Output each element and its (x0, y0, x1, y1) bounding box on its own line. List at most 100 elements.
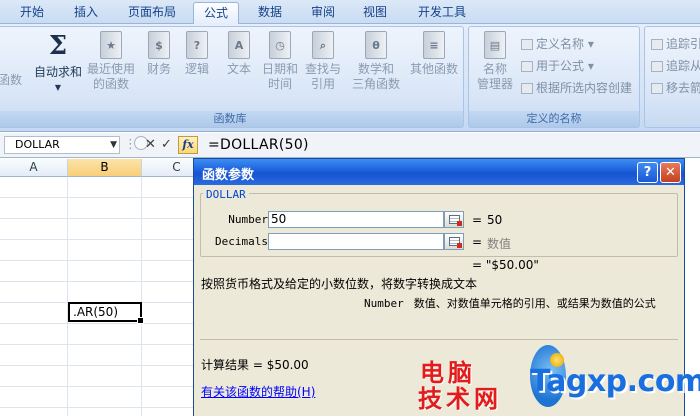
collapse-dialog-button-number[interactable] (444, 211, 464, 228)
trace-dependents-label: 追踪从 (666, 59, 700, 73)
remove-arrows-icon (651, 83, 663, 94)
book-coin-icon: $ (148, 31, 170, 59)
book-star-icon: ★ (100, 31, 122, 59)
define-name-label: 定义名称 (536, 37, 585, 51)
tab-developer[interactable]: 开发工具 (410, 2, 474, 24)
equals-sign: = (472, 235, 483, 249)
create-from-selection-label: 根据所选内容创建 (536, 81, 633, 95)
tab-page-layout[interactable]: 页面布局 (116, 2, 188, 24)
watermark-logo-en: Tagxp.com (530, 364, 700, 399)
more-functions-button[interactable]: ≡ 其他函数 (409, 31, 459, 77)
group-defined-names: ▤ 名称 管理器 定义名称 ▾ 用于公式 ▾ 根据所选内容创建 定义的名称 (468, 26, 640, 128)
math-label-1: 数学和 (357, 62, 394, 76)
tab-home[interactable]: 开始 (6, 2, 58, 24)
create-from-selection-button[interactable]: 根据所选内容创建 (521, 79, 632, 96)
logical-button[interactable]: ? 逻辑 (179, 31, 215, 77)
calculation-result: 计算结果 = $50.00 (201, 356, 309, 373)
tab-data[interactable]: 数据 (246, 2, 294, 24)
name-manager-button[interactable]: ▤ 名称 管理器 (473, 31, 517, 92)
name-box-value: DOLLAR (15, 138, 60, 151)
equals-sign: = (472, 213, 483, 227)
grid-line (0, 323, 193, 324)
define-name-icon (521, 39, 533, 50)
financial-button[interactable]: $ 财务 (141, 31, 177, 77)
text-label: 文本 (226, 62, 251, 76)
function-help-link[interactable]: 有关该函数的帮助(H) (201, 383, 315, 400)
group-label-defined-names: 定义的名称 (469, 111, 639, 127)
ribbon-tab-bar: 开始 插入 页面布局 公式 数据 审阅 视图 开发工具 (0, 0, 700, 24)
insert-function-button[interactable]: 函数 (0, 73, 23, 88)
watermark-logo-cn: 电脑 技术网 (418, 360, 502, 412)
remove-arrows-button[interactable]: 移去箭 (651, 79, 700, 96)
datetime-button[interactable]: ◷ 日期和 时间 (259, 31, 301, 92)
group-label-function-library: 函数库 (0, 111, 463, 127)
math-label-2: 三角函数 (351, 77, 400, 91)
book-question-icon: ? (186, 31, 208, 59)
autosum-label: 自动求和 (33, 65, 82, 79)
book-search-icon: ⌕ (312, 31, 334, 59)
arg-label-decimals: Decimals (215, 235, 268, 248)
formula-input[interactable]: =DOLLAR(50) (208, 136, 309, 154)
range-select-icon (449, 215, 462, 226)
calc-value: $50.00 (266, 358, 309, 372)
tab-view[interactable]: 视图 (352, 2, 398, 24)
sigma-icon: Σ (48, 31, 68, 61)
financial-label: 财务 (146, 62, 171, 76)
book-text-icon: A (228, 31, 250, 59)
recent-label-1: 最近使用 (86, 62, 135, 76)
trace-dependents-button[interactable]: 追踪从 (651, 57, 700, 74)
tab-formulas[interactable]: 公式 (193, 2, 239, 24)
math-trig-button[interactable]: θ 数学和 三角函数 (347, 31, 405, 92)
autosum-button[interactable]: Σ 自动求和 ▼ (33, 31, 83, 95)
function-name-label: DOLLAR (203, 188, 249, 201)
cancel-icon[interactable]: ✕ (145, 138, 156, 152)
dialog-title-bar[interactable]: 函数参数 ? ✕ (194, 159, 684, 185)
grid-line (0, 386, 193, 387)
insert-function-fx-button[interactable]: fx (178, 136, 198, 154)
arg-result-number: 50 (487, 213, 503, 227)
tab-insert[interactable]: 插入 (60, 2, 112, 24)
remove-arrows-label: 移去箭 (666, 81, 700, 95)
more-functions-label: 其他函数 (409, 62, 458, 76)
text-button[interactable]: A 文本 (221, 31, 257, 77)
create-from-selection-icon (521, 83, 533, 94)
book-clock-icon: ◷ (269, 31, 291, 59)
column-header-a[interactable]: A (0, 159, 68, 177)
recent-functions-button[interactable]: ★ 最近使用 的函数 (85, 31, 137, 92)
lookup-reference-button[interactable]: ⌕ 查找与 引用 (302, 31, 344, 92)
insert-function-label: 函数 (0, 73, 22, 87)
dialog-title: 函数参数 (202, 168, 255, 183)
collapse-dialog-button-decimals[interactable] (444, 233, 464, 250)
help-button[interactable]: ? (637, 162, 658, 183)
chevron-down-icon[interactable]: ▼ (110, 137, 117, 153)
name-box[interactable]: DOLLAR ▼ (4, 136, 120, 154)
trace-precedents-button[interactable]: 追踪引 (651, 35, 700, 52)
calc-label: 计算结果 = (201, 358, 267, 372)
datetime-label-2: 时间 (267, 77, 292, 91)
column-header-b[interactable]: B (68, 159, 142, 177)
enter-icon[interactable]: ✓ (161, 138, 172, 152)
grid-line (0, 197, 193, 198)
arg-label-number: Number (228, 213, 268, 226)
function-description: 按照货币格式及给定的小数位数，将数字转换成文本 (201, 277, 478, 291)
trace-precedents-label: 追踪引 (666, 37, 700, 51)
use-in-formula-button[interactable]: 用于公式 ▾ (521, 57, 594, 74)
active-cell-b[interactable]: .AR(50) (68, 302, 144, 324)
grid-line (0, 365, 193, 366)
formula-bar: DOLLAR ▼ ⋮ ✕ ✓ fx =DOLLAR(50) (0, 133, 700, 158)
name-manager-label-2: 管理器 (476, 77, 513, 91)
datetime-label-1: 日期和 (261, 62, 298, 76)
decimals-input[interactable] (268, 233, 444, 250)
number-input[interactable]: 50 (268, 211, 444, 228)
logical-label: 逻辑 (184, 62, 209, 76)
close-button[interactable]: ✕ (660, 162, 681, 183)
grid-line (67, 177, 68, 416)
parameter-description: Number 数值、对数值单元格的引用、或结果为数值的公式 (364, 295, 656, 311)
lookup-label-1: 查找与 (304, 62, 341, 76)
define-name-button[interactable]: 定义名称 ▾ (521, 35, 594, 52)
grid-line (0, 407, 193, 408)
tab-review[interactable]: 审阅 (300, 2, 346, 24)
recent-label-2: 的函数 (92, 77, 129, 91)
grid-line (0, 239, 193, 240)
grid-line (0, 281, 193, 282)
